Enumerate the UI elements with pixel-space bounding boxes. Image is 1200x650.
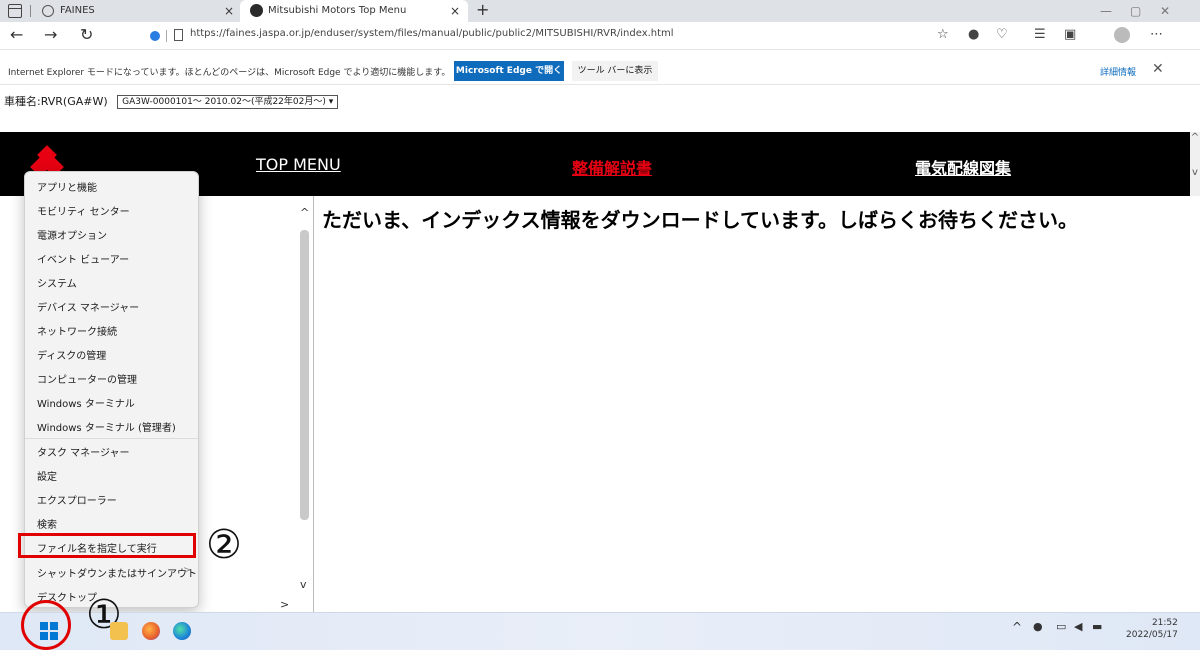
tray-overflow-icon[interactable]: ^ xyxy=(1012,620,1022,634)
new-tab-button[interactable]: + xyxy=(476,0,489,20)
vehicle-model-value: GA3W-0000101～ 2010.02～(平成22年02月～) xyxy=(122,97,326,107)
browser-tab-strip: FAINES × Mitsubishi Motors Top Menu × + … xyxy=(0,0,1200,22)
menu-network-connections[interactable]: ネットワーク接続 xyxy=(37,323,117,338)
run-highlight-box xyxy=(18,533,196,558)
address-url-field[interactable]: https://faines.jaspa.or.jp/enduser/syste… xyxy=(190,28,674,39)
tab-mitsubishi-label: Mitsubishi Motors Top Menu xyxy=(268,5,407,16)
settings-more-icon[interactable]: ⋯ xyxy=(1150,27,1163,42)
menu-disk-management[interactable]: ディスクの管理 xyxy=(37,347,106,362)
tab-faines-close-icon[interactable]: × xyxy=(224,0,234,22)
menu-device-manager[interactable]: デバイス マネージャー xyxy=(37,299,139,314)
frame-scroll-thumb[interactable] xyxy=(300,230,309,520)
show-in-toolbar-button[interactable]: ツール バーに表示 xyxy=(572,61,658,81)
scroll-up-icon[interactable]: ^ xyxy=(1190,132,1200,143)
menu-computer-management[interactable]: コンピューターの管理 xyxy=(37,371,137,386)
frame-scroll-up-icon[interactable]: ^ xyxy=(300,206,309,219)
forward-arrow-icon[interactable]: → xyxy=(44,25,57,45)
tab-actions-icon[interactable] xyxy=(8,4,22,18)
loading-message: ただいま、インデックス情報をダウンロードしています。しばらくお待ちください。 xyxy=(322,208,1078,232)
add-favorite-icon[interactable]: ☆ xyxy=(937,27,949,42)
maximize-button[interactable]: ▢ xyxy=(1130,0,1141,22)
frame-scroll-down-icon[interactable]: v xyxy=(300,578,307,591)
vehicle-name-label: 車種名:RVR(GA#W) xyxy=(4,95,108,108)
volume-tray-icon[interactable]: ◀ xyxy=(1074,620,1082,633)
tab-mitsubishi[interactable]: Mitsubishi Motors Top Menu × xyxy=(240,0,468,22)
tab-mitsubishi-close-icon[interactable]: × xyxy=(450,0,460,22)
menu-shutdown-signout[interactable]: シャットダウンまたはサインアウト xyxy=(37,565,197,580)
infobar-close-icon[interactable]: ✕ xyxy=(1152,61,1164,77)
minimize-button[interactable]: — xyxy=(1100,0,1112,22)
wiring-diagram-link[interactable]: 電気配線図集 xyxy=(915,155,1011,179)
back-arrow-icon[interactable]: ← xyxy=(10,25,23,45)
taskbar-clock[interactable]: 21:52 2022/05/17 xyxy=(1126,617,1178,641)
network-tray-icon[interactable]: ▭ xyxy=(1056,620,1066,633)
menu-event-viewer[interactable]: イベント ビューアー xyxy=(37,251,129,266)
menu-task-manager[interactable]: タスク マネージャー xyxy=(37,444,129,459)
ie-mode-infobar: Internet Explorer モードになっています。ほとんどのページは、M… xyxy=(0,58,1200,85)
menu-apps-features[interactable]: アプリと機能 xyxy=(37,179,97,194)
extension-dot-icon[interactable]: ● xyxy=(968,27,979,42)
firefox-icon[interactable] xyxy=(142,622,160,640)
clock-time: 21:52 xyxy=(1151,618,1178,628)
close-window-button[interactable]: ✕ xyxy=(1160,0,1170,22)
step-2-marker: ② xyxy=(206,522,242,568)
file-explorer-icon[interactable] xyxy=(110,622,128,640)
edge-icon[interactable] xyxy=(173,622,191,640)
battery-tray-icon[interactable]: ▬ xyxy=(1092,620,1102,633)
tab-strip-divider xyxy=(30,5,31,17)
tab-faines[interactable]: FAINES × xyxy=(38,0,238,22)
address-bar-row: ← → ↻ https://faines.jaspa.or.jp/enduser… xyxy=(0,22,1200,50)
menu-windows-terminal[interactable]: Windows ターミナル xyxy=(37,395,135,410)
service-manual-link[interactable]: 整備解説書 xyxy=(572,155,652,179)
scroll-down-icon[interactable]: v xyxy=(1190,167,1200,178)
faines-favicon-icon xyxy=(42,5,54,17)
tab-faines-label: FAINES xyxy=(60,5,95,16)
ie-favicon-icon xyxy=(250,4,263,17)
security-tray-icon[interactable]: ● xyxy=(1033,620,1043,633)
page-info-icon[interactable] xyxy=(174,29,183,41)
vehicle-model-select[interactable]: GA3W-0000101～ 2010.02～(平成22年02月～) ▾ xyxy=(117,95,339,109)
ie-mode-icon[interactable] xyxy=(150,31,160,41)
page-scrollbar[interactable]: ^ v xyxy=(1190,132,1200,196)
menu-settings[interactable]: 設定 xyxy=(37,468,57,483)
menu-mobility-center[interactable]: モビリティ センター xyxy=(37,203,130,218)
menu-system[interactable]: システム xyxy=(37,275,77,290)
submenu-chevron-icon: > xyxy=(183,565,192,576)
menu-power-options[interactable]: 電源オプション xyxy=(37,227,107,242)
menu-windows-terminal-admin[interactable]: Windows ターミナル (管理者) xyxy=(37,419,176,434)
address-divider xyxy=(166,30,167,42)
menu-explorer[interactable]: エクスプローラー xyxy=(37,492,117,507)
chevron-down-icon: ▾ xyxy=(328,97,334,107)
collections-icon[interactable]: ▣ xyxy=(1064,27,1076,42)
ie-mode-message: Internet Explorer モードになっています。ほとんどのページは、M… xyxy=(8,68,451,78)
frame-scroll-right-icon[interactable]: > xyxy=(280,598,289,611)
more-info-link[interactable]: 詳細情報 xyxy=(1100,65,1136,78)
vehicle-line: 車種名:RVR(GA#W) GA3W-0000101～ 2010.02～(平成2… xyxy=(4,93,339,109)
menu-divider xyxy=(25,438,198,439)
open-in-edge-button[interactable]: Microsoft Edge で開く xyxy=(454,61,564,81)
start-highlight-circle xyxy=(21,600,71,650)
profile-avatar[interactable] xyxy=(1114,27,1130,43)
menu-search[interactable]: 検索 xyxy=(37,516,57,531)
refresh-icon[interactable]: ↻ xyxy=(80,25,93,45)
favorites-icon[interactable]: ☰ xyxy=(1034,27,1046,42)
clock-date: 2022/05/17 xyxy=(1126,630,1178,640)
top-menu-link[interactable]: TOP MENU xyxy=(256,155,341,174)
browser-essentials-icon[interactable]: ♡ xyxy=(996,27,1008,42)
